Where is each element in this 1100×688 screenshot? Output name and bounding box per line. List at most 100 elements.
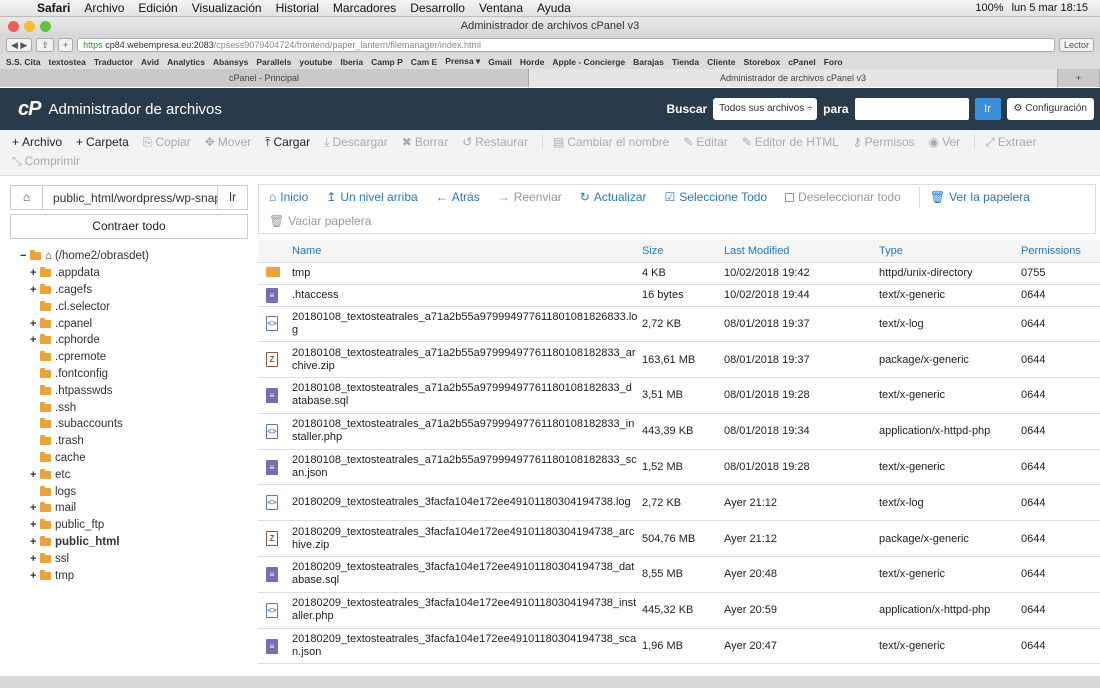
- table-row[interactable]: ≡ .htaccess 16 bytes 10/02/2018 19:44 text/x…: [258, 284, 1100, 307]
- menu-visualizaci-n[interactable]: Visualización: [185, 1, 269, 15]
- col-size[interactable]: Size: [638, 240, 720, 263]
- tree-item-public-ftp[interactable]: + public_ftp: [20, 517, 149, 534]
- tree-item-cagefs[interactable]: + .cagefs: [20, 282, 149, 299]
- tree-item-fontconfig[interactable]: .fontconfig: [20, 366, 149, 383]
- tree-item-htpasswds[interactable]: .htpasswds: [20, 382, 149, 399]
- tab-cpanel-principal[interactable]: cPanel - Principal: [0, 69, 529, 87]
- bookmark-avid[interactable]: Avid: [141, 57, 159, 67]
- bookmark-apple-concierge[interactable]: Apple - Concierge: [552, 57, 625, 67]
- bookmark-analytics[interactable]: Analytics: [167, 57, 205, 67]
- action-cargar-button[interactable]: ⤒ Cargar: [265, 135, 310, 150]
- add-tab-button[interactable]: +: [1058, 69, 1100, 87]
- bookmark-foro[interactable]: Foro: [824, 57, 843, 67]
- tree-item-ssl[interactable]: + ssl: [20, 550, 149, 567]
- table-row[interactable]: <> 20180209_textosteatrales_3facfa104e172…: [258, 484, 1100, 522]
- bookmark-cam-e[interactable]: Cam E: [411, 57, 437, 67]
- share-button[interactable]: ⇧: [36, 38, 54, 52]
- bookmark-traductor[interactable]: Traductor: [94, 57, 133, 67]
- tree-item-cpremote[interactable]: .cpremote: [20, 349, 149, 366]
- bookmark-tienda[interactable]: Tienda: [672, 57, 699, 67]
- table-row[interactable]: tmp 4 KB 10/02/2018 19:42 httpd/unix-direct…: [258, 262, 1100, 285]
- table-row[interactable]: ≡ 20180209_textosteatrales_3facfa104e172e…: [258, 628, 1100, 665]
- tree-item-cache[interactable]: cache: [20, 450, 149, 467]
- address-bar[interactable]: https cp84.webempresa.eu:2083/cpsess9079…: [77, 38, 1055, 52]
- action-extraer-button[interactable]: ⤢ Extraer: [985, 135, 1036, 150]
- tree-item-subaccounts[interactable]: .subaccounts: [20, 416, 149, 433]
- table-row[interactable]: <> 20180108_textosteatrales_a71a2b55a9799…: [258, 306, 1100, 343]
- nav-ver-la-papelera-button[interactable]: 🗑 Ver la papelera: [930, 190, 1030, 204]
- nav-seleccione-todo-button[interactable]: ☑ Seleccione Todo: [665, 190, 768, 204]
- table-row[interactable]: ≡ 20180108_textosteatrales_a71a2b55a97999…: [258, 449, 1100, 486]
- path-go-button[interactable]: Ir: [217, 186, 247, 209]
- bookmark-cpanel[interactable]: cPanel: [788, 57, 815, 67]
- cpanel-logo[interactable]: cP: [18, 98, 41, 121]
- tree-root[interactable]: − ⌂ (/home2/obrasdet): [20, 248, 149, 265]
- table-row[interactable]: Z 20180108_textosteatrales_a71a2b55a97999…: [258, 341, 1100, 379]
- nav-actualizar-button[interactable]: ↻ Actualizar: [580, 190, 647, 204]
- search-go-button[interactable]: Ir: [974, 98, 1001, 120]
- expand-icon[interactable]: +: [30, 519, 40, 531]
- action-ver-button[interactable]: ◉ Ver: [929, 135, 961, 149]
- action-descargar-button[interactable]: ⤓ Descargar: [324, 135, 388, 150]
- col-name[interactable]: Name: [288, 240, 638, 263]
- expand-icon[interactable]: +: [30, 334, 40, 346]
- clock[interactable]: lun 5 mar 18:15: [1008, 2, 1092, 14]
- expand-icon[interactable]: +: [30, 502, 40, 514]
- expand-icon[interactable]: +: [30, 469, 40, 481]
- menu-historial[interactable]: Historial: [269, 1, 326, 15]
- tree-item-cpanel[interactable]: + .cpanel: [20, 315, 149, 332]
- bookmark-camp-p[interactable]: Camp P: [371, 57, 403, 67]
- nav-atr-s-button[interactable]: ← Atrás: [436, 190, 480, 204]
- tree-item-public-html[interactable]: + public_html: [20, 534, 149, 551]
- bookmark-s-s-cita[interactable]: S.S. Cita: [6, 57, 40, 67]
- bookmark-iberia[interactable]: Iberia: [340, 57, 363, 67]
- nav-reenviar-button[interactable]: → Reenviar: [498, 190, 562, 204]
- collapse-all-button[interactable]: Contraer todo: [10, 214, 248, 239]
- table-row[interactable]: Z 20180209_textosteatrales_3facfa104e172e…: [258, 520, 1100, 558]
- new-tab-button[interactable]: +: [57, 38, 74, 52]
- tree-item-ssh[interactable]: .ssh: [20, 399, 149, 416]
- tree-item-tmp[interactable]: + tmp: [20, 567, 149, 584]
- menu-marcadores[interactable]: Marcadores: [326, 1, 403, 15]
- table-row[interactable]: <> 20180209_textosteatrales_3facfa104e172…: [258, 592, 1100, 629]
- action-carpeta-button[interactable]: + Carpeta: [76, 135, 129, 149]
- menu-edici-n[interactable]: Edición: [131, 1, 184, 15]
- action-archivo-button[interactable]: + Archivo: [12, 135, 62, 149]
- tree-item-logs[interactable]: logs: [20, 483, 149, 500]
- close-icon[interactable]: [8, 21, 19, 32]
- action-copiar-button[interactable]: ⎘ Copiar: [143, 135, 191, 150]
- back-button[interactable]: ◀ ▶: [6, 38, 33, 52]
- tree-item-cl-selector[interactable]: .cl.selector: [20, 298, 149, 315]
- table-row[interactable]: <> 20180108_textosteatrales_a71a2b55a9799…: [258, 413, 1100, 450]
- search-scope-select[interactable]: Todos sus archivos ÷: [713, 98, 818, 120]
- tree-item-trash[interactable]: .trash: [20, 433, 149, 450]
- expand-icon[interactable]: +: [30, 318, 40, 330]
- settings-button[interactable]: ⚙ Configuración: [1006, 98, 1094, 120]
- action-restaurar-button[interactable]: ↺ Restaurar: [462, 135, 528, 149]
- minimize-icon[interactable]: [24, 21, 35, 32]
- action-borrar-button[interactable]: ✖ Borrar: [402, 135, 448, 149]
- path-input[interactable]: public_html/wordpress/wp-snap: [43, 191, 217, 205]
- nav-un-nivel-arriba-button[interactable]: ↥ Un nivel arriba: [326, 190, 417, 204]
- action-comprimir-button[interactable]: ⤡ Comprimir: [12, 154, 80, 169]
- bookmark-textostea[interactable]: textostea: [48, 57, 85, 67]
- tree-item-appdata[interactable]: + .appdata: [20, 265, 149, 282]
- menu-ventana[interactable]: Ventana: [472, 1, 530, 15]
- collapse-icon[interactable]: −: [20, 250, 30, 262]
- action-editar-button[interactable]: ✎ Editar: [683, 135, 727, 149]
- tree-item-etc[interactable]: + etc: [20, 466, 149, 483]
- bookmark-abansys[interactable]: Abansys: [213, 57, 248, 67]
- action-permisos-button[interactable]: ⚷ Permisos: [853, 135, 915, 149]
- expand-icon[interactable]: +: [30, 284, 40, 296]
- bookmark-youtube[interactable]: youtube: [299, 57, 332, 67]
- reader-button[interactable]: Lector: [1058, 38, 1094, 52]
- menu-ayuda[interactable]: Ayuda: [530, 1, 578, 15]
- tree-item-mail[interactable]: + mail: [20, 500, 149, 517]
- expand-icon[interactable]: +: [30, 570, 40, 582]
- expand-icon[interactable]: +: [30, 536, 40, 548]
- menu-safari[interactable]: Safari: [30, 1, 77, 15]
- bookmark-parallels[interactable]: Parallels: [256, 57, 291, 67]
- table-row[interactable]: ≡ 20180209_textosteatrales_3facfa104e172e…: [258, 556, 1100, 593]
- maximize-icon[interactable]: [40, 21, 51, 32]
- col-perms[interactable]: Permissions: [1017, 240, 1100, 263]
